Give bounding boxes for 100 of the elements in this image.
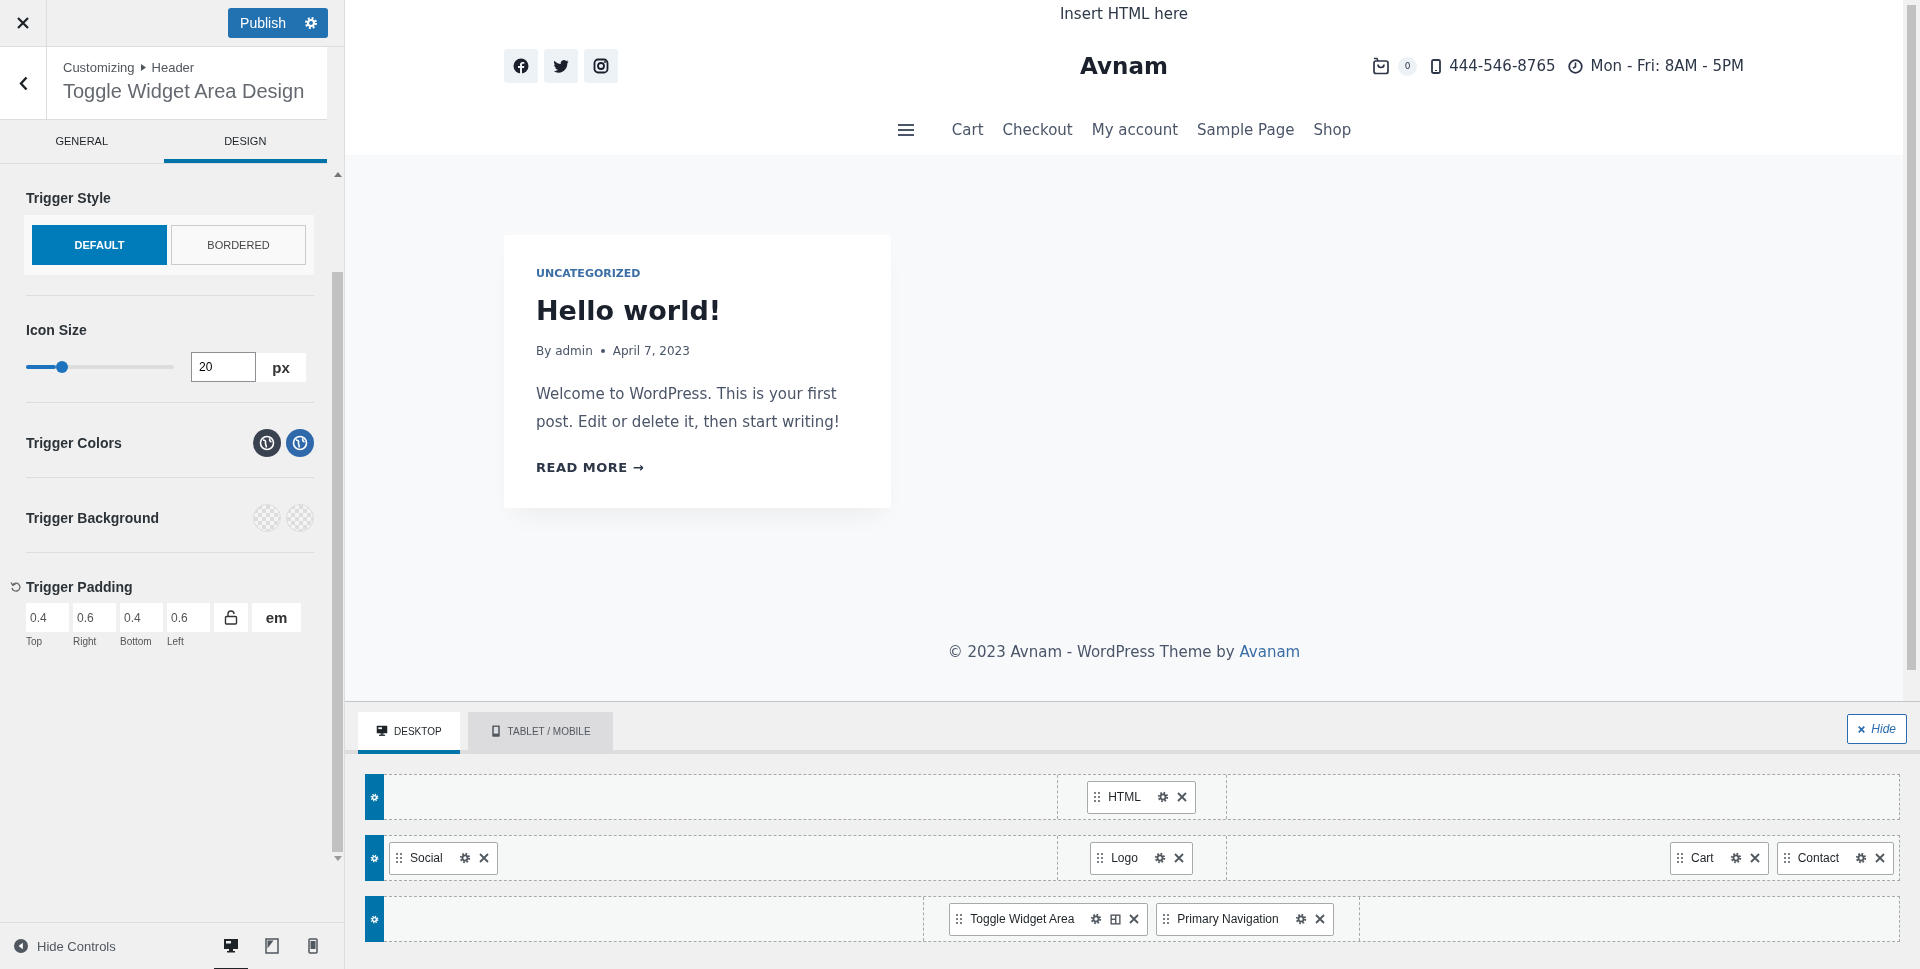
settings-icon[interactable]	[1294, 913, 1307, 925]
hide-button[interactable]: Hide	[1847, 714, 1907, 744]
layout-icon[interactable]	[1110, 913, 1122, 925]
social-link[interactable]	[544, 49, 578, 83]
breadcrumb-item: Customizing	[63, 60, 135, 75]
drag-handle-icon[interactable]	[1094, 792, 1101, 802]
row-settings-button[interactable]	[365, 774, 384, 820]
unlocked-lock-icon	[224, 610, 238, 625]
footer-link[interactable]: Avanam	[1239, 643, 1301, 661]
settings-icon[interactable]	[1855, 852, 1867, 864]
close-icon[interactable]	[1176, 792, 1187, 802]
device-tab[interactable]: DESKTOP	[358, 712, 460, 754]
post-excerpt: Welcome to WordPress. This is your first post. Edit or delete it, then start writing!	[536, 384, 841, 433]
reset-icon[interactable]	[10, 581, 22, 593]
tab[interactable]: DESIGN	[163, 120, 327, 163]
slider-thumb[interactable]	[55, 361, 68, 373]
link-toggle-button[interactable]	[214, 603, 248, 632]
settings-icon[interactable]	[1153, 852, 1166, 864]
drag-handle-icon[interactable]	[396, 853, 402, 863]
close-icon[interactable]	[1875, 853, 1885, 863]
close-icon[interactable]	[1749, 853, 1760, 863]
hide-controls-button[interactable]: Hide Controls	[14, 938, 116, 954]
tab[interactable]: GENERAL	[0, 120, 164, 163]
clock-icon	[1567, 58, 1583, 74]
settings-icon[interactable]	[1090, 913, 1103, 925]
social-link[interactable]	[504, 49, 538, 83]
header-element-chip[interactable]: Logo	[1090, 841, 1193, 875]
site-logo[interactable]: Avnam	[1080, 53, 1168, 79]
settings-icon[interactable]	[1729, 852, 1742, 864]
unit-button[interactable]: em	[252, 603, 301, 632]
camera-icon	[593, 58, 609, 74]
post-date: April 7, 2023	[612, 344, 690, 358]
header-element-chip[interactable]: Toggle Widget Area	[949, 902, 1149, 936]
footer-credit: © 2023 Avnam - WordPress Theme by Avanam	[946, 643, 1302, 661]
f-circle-icon	[513, 58, 529, 74]
nav-link[interactable]: Cart	[951, 121, 984, 139]
scrollbar-thumb[interactable]	[332, 272, 343, 852]
close-icon[interactable]	[478, 853, 489, 863]
input-label: Left	[167, 636, 185, 647]
phone-icon	[1431, 58, 1442, 74]
input-label: Bottom	[120, 636, 153, 647]
settings-icon[interactable]	[1156, 791, 1169, 803]
number-input[interactable]: 0.6	[167, 603, 210, 632]
header-element-chip[interactable]: HTML	[1087, 780, 1196, 814]
drag-handle-icon[interactable]	[1097, 853, 1104, 863]
mobile-icon	[305, 938, 321, 954]
nav-link[interactable]: My account	[1091, 121, 1179, 139]
field-label: Trigger Colors	[26, 435, 122, 451]
globe-icon	[292, 435, 308, 451]
drag-handle-icon[interactable]	[956, 914, 963, 924]
close-icon	[16, 16, 30, 30]
field-label: Trigger Padding	[26, 579, 133, 595]
number-input[interactable]: 20	[191, 352, 256, 382]
scrollbar-thumb[interactable]	[1907, 5, 1916, 670]
cart-count-badge: 0	[1398, 56, 1418, 76]
read-more-link[interactable]: READ MORE →	[536, 460, 645, 475]
post-author: By admin	[536, 344, 593, 358]
header-element-chip[interactable]: Cart	[1669, 841, 1769, 875]
shopping-bag-icon[interactable]	[1372, 57, 1391, 75]
field-label: Icon Size	[26, 322, 88, 338]
option-button[interactable]: BORDERED	[171, 225, 306, 265]
separator-dot	[600, 349, 605, 353]
number-input[interactable]: 0.4	[26, 603, 69, 632]
header-html-text: Insert HTML here	[1058, 4, 1190, 25]
close-icon[interactable]	[1129, 914, 1140, 924]
drag-handle-icon[interactable]	[1676, 853, 1683, 863]
social-link[interactable]	[584, 49, 618, 83]
menu-icon[interactable]	[896, 123, 915, 137]
settings-icon[interactable]	[458, 852, 471, 864]
color-swatch[interactable]	[253, 429, 281, 457]
phone-number: 444-546-8765	[1449, 57, 1556, 75]
desktop-icon	[223, 938, 239, 954]
header-element-chip[interactable]: Primary Navigation	[1156, 902, 1334, 936]
desktop-icon	[376, 725, 388, 737]
settings-icon	[370, 914, 379, 924]
scroll-up-arrow-icon[interactable]	[333, 172, 342, 177]
number-input[interactable]: 0.4	[120, 603, 163, 632]
header-element-chip[interactable]: Contact	[1776, 841, 1894, 875]
breadcrumb-item: Header	[151, 60, 195, 75]
input-label: Top	[26, 636, 44, 647]
row-settings-button[interactable]	[365, 896, 384, 942]
post-category-link[interactable]: UNCATEGORIZED	[536, 267, 859, 280]
nav-link[interactable]: Sample Page	[1197, 121, 1295, 139]
input-label: Right	[73, 636, 98, 647]
post-title[interactable]: Hello world!	[536, 295, 859, 326]
close-icon[interactable]	[1173, 853, 1184, 863]
globe-icon	[259, 435, 275, 451]
publish-button[interactable]: Publish	[228, 8, 328, 38]
drag-handle-icon[interactable]	[1783, 853, 1790, 863]
option-button[interactable]: DEFAULT	[32, 225, 167, 265]
row-settings-button[interactable]	[365, 835, 384, 881]
unit-button[interactable]: px	[256, 352, 306, 382]
field-label: Trigger Background	[26, 510, 160, 526]
nav-link[interactable]: Checkout	[1002, 121, 1073, 139]
color-swatch[interactable]	[286, 429, 314, 457]
number-input[interactable]: 0.6	[73, 603, 116, 632]
nav-link[interactable]: Shop	[1313, 121, 1352, 139]
drag-handle-icon[interactable]	[1163, 914, 1170, 924]
close-icon[interactable]	[1314, 914, 1325, 924]
header-element-chip[interactable]: Social	[389, 841, 498, 875]
